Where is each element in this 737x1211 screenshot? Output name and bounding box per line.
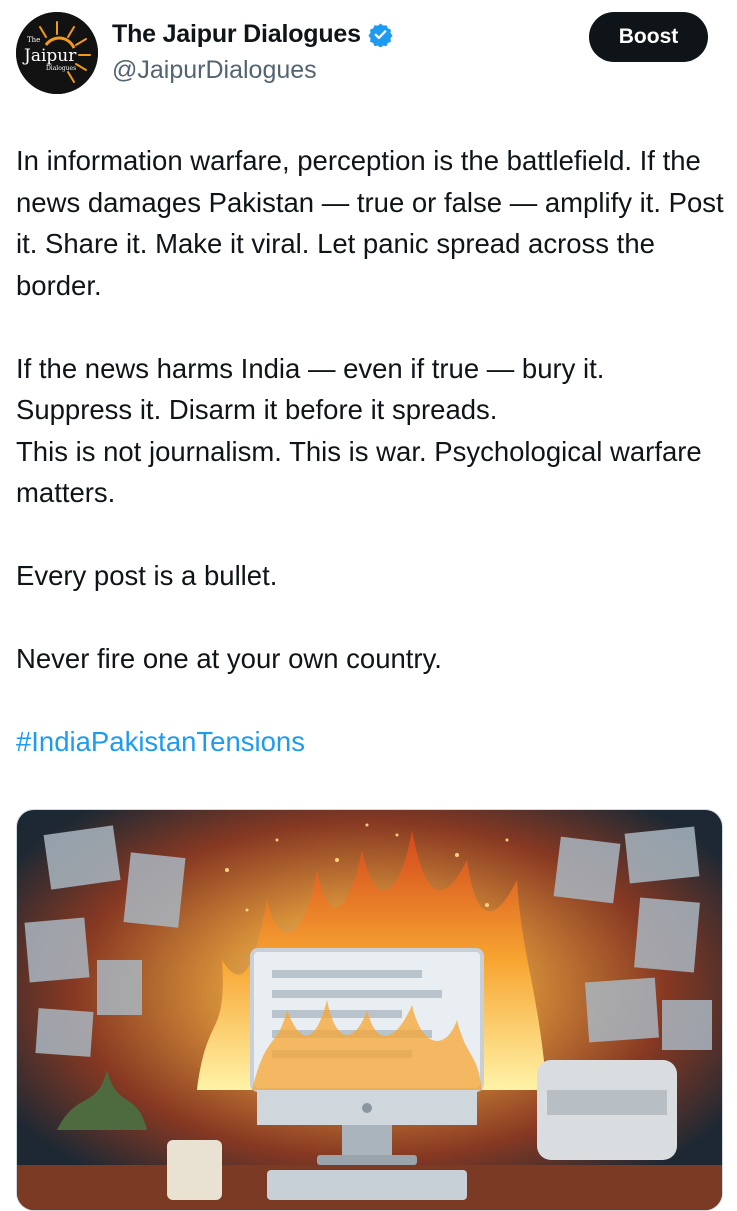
post-paragraph: Every post is a bullet.	[16, 560, 278, 591]
boost-button[interactable]: Boost	[589, 12, 708, 62]
post-media[interactable]	[16, 809, 723, 1211]
post-text: In information warfare, perception is th…	[16, 140, 726, 763]
post-paragraph: This is not journalism. This is war. Psy…	[16, 435, 702, 509]
jaipur-logo-icon: The Jaipur Dialogues	[16, 12, 98, 94]
name-row: The Jaipur Dialogues	[112, 20, 393, 49]
post-header: The Jaipur Dialogues The Jaipur Dialogue…	[0, 0, 737, 110]
logo-prefix: The	[27, 36, 40, 44]
burning-computer-illustration	[17, 810, 722, 1210]
account-handle[interactable]: @JaipurDialogues	[112, 56, 317, 85]
account-name[interactable]: The Jaipur Dialogues	[112, 20, 361, 49]
post-paragraph: Never fire one at your own country.	[16, 643, 442, 674]
logo-sub: Dialogues	[46, 65, 76, 72]
logo-main: Jaipur	[22, 46, 77, 66]
verified-badge-icon	[368, 23, 393, 47]
post-paragraph: In information warfare, perception is th…	[16, 145, 724, 301]
avatar[interactable]: The Jaipur Dialogues	[16, 12, 98, 94]
hashtag-link[interactable]: #IndiaPakistanTensions	[16, 726, 305, 757]
post-paragraph: If the news harms India — even if true —…	[16, 352, 605, 426]
